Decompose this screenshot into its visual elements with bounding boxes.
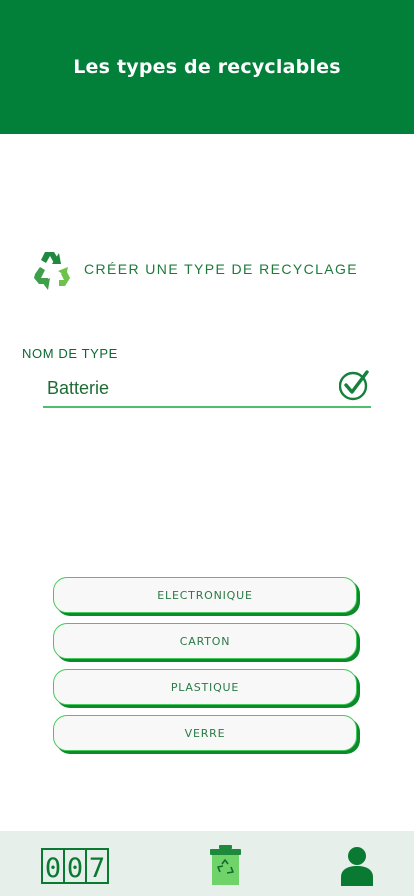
page-title: Les types de recyclables: [73, 56, 341, 78]
type-name-input[interactable]: [47, 374, 327, 402]
counter-digit-3: 7: [89, 853, 105, 884]
type-button-verre[interactable]: VERRE: [53, 715, 357, 751]
type-button-plastique[interactable]: PLASTIQUE: [53, 669, 357, 705]
type-button-electronique[interactable]: ELECTRONIQUE: [53, 577, 357, 613]
create-type-label: CRÉER UNE TYPE DE RECYCLAGE: [84, 261, 359, 277]
user-icon[interactable]: [341, 846, 373, 886]
type-button-carton[interactable]: CARTON: [53, 623, 357, 659]
recycle-bin-icon[interactable]: [209, 845, 242, 885]
counter-digit-2: 0: [67, 853, 83, 884]
app-header: Les types de recyclables: [0, 0, 414, 134]
counter-icon[interactable]: 0 0 7: [41, 848, 109, 884]
check-circle-icon[interactable]: [339, 368, 371, 402]
bottom-navigation: 0 0 7: [0, 831, 414, 896]
create-type-row[interactable]: CRÉER UNE TYPE DE RECYCLAGE: [28, 246, 358, 292]
type-name-field: [43, 368, 371, 408]
type-name-label: NOM DE TYPE: [22, 346, 118, 361]
recycle-icon: [34, 252, 70, 290]
counter-digit-1: 0: [45, 853, 61, 884]
